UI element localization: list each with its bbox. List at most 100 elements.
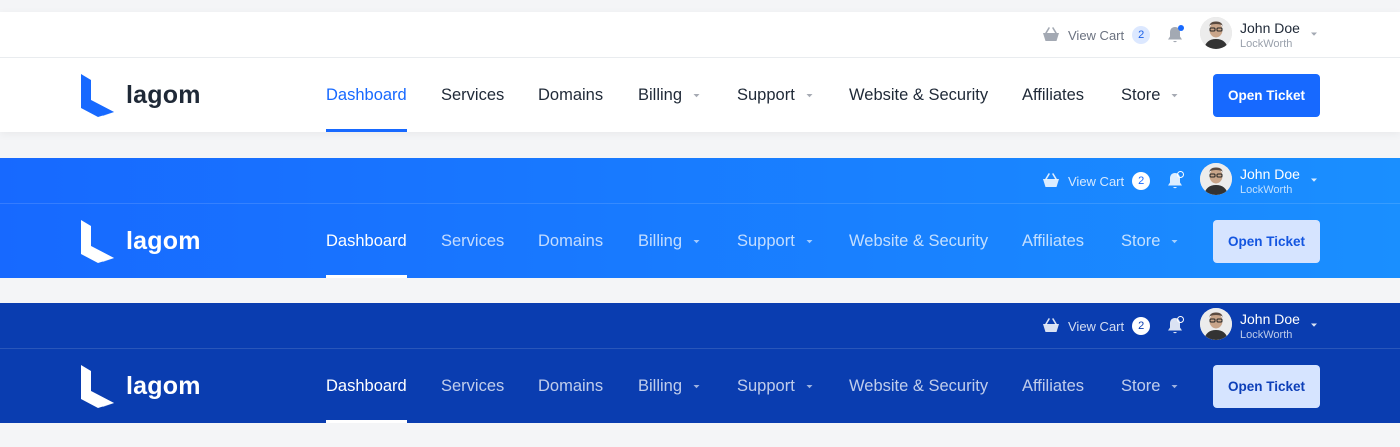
nav-label: Store [1121, 376, 1161, 395]
nav-label: Website & Security [849, 231, 989, 250]
topbar: View Cart 2 John Doe LockWorth [0, 12, 1400, 58]
caret-down-icon [1171, 384, 1178, 388]
header-variant-dark-blue: View Cart 2 John Doe LockWorth lagom Das… [0, 303, 1400, 423]
view-cart-label: View Cart [1068, 318, 1125, 334]
brand-name: lagom [126, 371, 201, 400]
nav-label: Billing [638, 376, 683, 395]
nav-label: Website & Security [849, 85, 989, 104]
active-indicator [326, 275, 407, 278]
nav-label: Dashboard [326, 376, 407, 395]
user-menu[interactable]: John Doe LockWorth [1200, 163, 1325, 199]
nav-item-affiliates[interactable]: Affiliates [1022, 204, 1084, 278]
basket-icon [1043, 318, 1059, 332]
nav-item-website-security[interactable]: Website & Security [849, 349, 988, 423]
brand-logo[interactable]: lagom [80, 218, 201, 264]
nav-item-domains[interactable]: Domains [538, 349, 603, 423]
nav-label: Services [441, 85, 505, 104]
user-name: John Doe [1240, 20, 1300, 36]
nav-item-store[interactable]: Store [1121, 204, 1179, 278]
nav-item-affiliates[interactable]: Affiliates [1022, 58, 1084, 132]
nav-label: Billing [638, 231, 683, 250]
notifications-button[interactable] [1164, 315, 1186, 337]
active-indicator [326, 129, 407, 132]
cart-count-badge: 2 [1132, 317, 1151, 335]
nav-item-website-security[interactable]: Website & Security [849, 204, 988, 278]
notification-dot [1177, 171, 1184, 178]
nav-item-affiliates[interactable]: Affiliates [1022, 349, 1084, 423]
cart-count-badge: 2 [1132, 26, 1151, 44]
nav-item-support[interactable]: Support [737, 204, 814, 278]
nav-item-services[interactable]: Services [441, 349, 504, 423]
nav-item-billing[interactable]: Billing [638, 204, 701, 278]
header-variant-bright-blue: View Cart 2 John Doe LockWorth lagom Das… [0, 158, 1400, 278]
caret-down-icon [1311, 323, 1317, 327]
user-company: LockWorth [1240, 329, 1293, 341]
open-ticket-button[interactable]: Open Ticket [1213, 220, 1320, 263]
open-ticket-button[interactable]: Open Ticket [1213, 74, 1320, 117]
nav-label: Services [441, 231, 505, 250]
caret-down-icon [693, 93, 700, 97]
view-cart-label: View Cart [1068, 27, 1125, 43]
view-cart-label: View Cart [1068, 173, 1125, 189]
nav-item-store[interactable]: Store [1121, 58, 1179, 132]
brand-logo[interactable]: lagom [80, 72, 201, 118]
nav-item-support[interactable]: Support [737, 349, 814, 423]
nav-label: Dashboard [326, 85, 407, 104]
notifications-button[interactable] [1164, 170, 1186, 192]
notification-dot [1177, 316, 1184, 323]
user-company: LockWorth [1240, 38, 1293, 50]
basket-icon [1043, 27, 1059, 41]
nav-item-dashboard[interactable]: Dashboard [326, 204, 407, 278]
caret-down-icon [806, 384, 813, 388]
nav-item-website-security[interactable]: Website & Security [849, 58, 988, 132]
avatar [1200, 17, 1232, 49]
nav-label: Support [737, 376, 795, 395]
nav-item-support[interactable]: Support [737, 58, 814, 132]
nav-label: Dashboard [326, 231, 407, 250]
user-menu[interactable]: John Doe LockWorth [1200, 17, 1325, 53]
nav-label: Services [441, 376, 505, 395]
nav-label: Support [737, 231, 795, 250]
view-cart-link[interactable]: View Cart 2 [1040, 24, 1151, 46]
caret-down-icon [1311, 32, 1317, 36]
avatar [1200, 308, 1232, 340]
caret-down-icon [1171, 239, 1178, 243]
nav-item-billing[interactable]: Billing [638, 349, 701, 423]
nav-item-domains[interactable]: Domains [538, 204, 603, 278]
brand-logo[interactable]: lagom [80, 363, 201, 409]
nav-label: Store [1121, 85, 1161, 104]
nav-label: Affiliates [1022, 231, 1085, 250]
nav-item-dashboard[interactable]: Dashboard [326, 349, 407, 423]
nav-label: Store [1121, 231, 1161, 250]
notifications-button[interactable] [1164, 24, 1186, 46]
nav-label: Support [737, 85, 795, 104]
main-navbar: lagom Dashboard Services Domains Billing… [0, 204, 1400, 278]
nav-label: Domains [538, 85, 604, 104]
nav-item-services[interactable]: Services [441, 58, 504, 132]
user-menu[interactable]: John Doe LockWorth [1200, 308, 1325, 344]
user-name: John Doe [1240, 311, 1300, 327]
caret-down-icon [806, 93, 813, 97]
nav-label: Billing [638, 85, 683, 104]
nav-item-billing[interactable]: Billing [638, 58, 701, 132]
main-navbar: lagom Dashboard Services Domains Billing… [0, 58, 1400, 132]
nav-label: Domains [538, 231, 604, 250]
cart-count-badge: 2 [1132, 172, 1151, 190]
main-navbar: lagom Dashboard Services Domains Billing… [0, 349, 1400, 423]
basket-icon [1043, 173, 1059, 187]
notification-dot [1178, 25, 1184, 31]
nav-item-dashboard[interactable]: Dashboard [326, 58, 407, 132]
nav-item-domains[interactable]: Domains [538, 58, 603, 132]
nav-label: Domains [538, 376, 604, 395]
active-indicator [326, 420, 407, 423]
lagom-logo-icon [81, 74, 114, 117]
open-ticket-button[interactable]: Open Ticket [1213, 365, 1320, 408]
caret-down-icon [1171, 93, 1178, 97]
view-cart-link[interactable]: View Cart 2 [1040, 170, 1151, 192]
nav-item-store[interactable]: Store [1121, 349, 1179, 423]
nav-item-services[interactable]: Services [441, 204, 504, 278]
caret-down-icon [1311, 178, 1317, 182]
view-cart-link[interactable]: View Cart 2 [1040, 315, 1151, 337]
avatar [1200, 163, 1232, 195]
caret-down-icon [693, 384, 700, 388]
